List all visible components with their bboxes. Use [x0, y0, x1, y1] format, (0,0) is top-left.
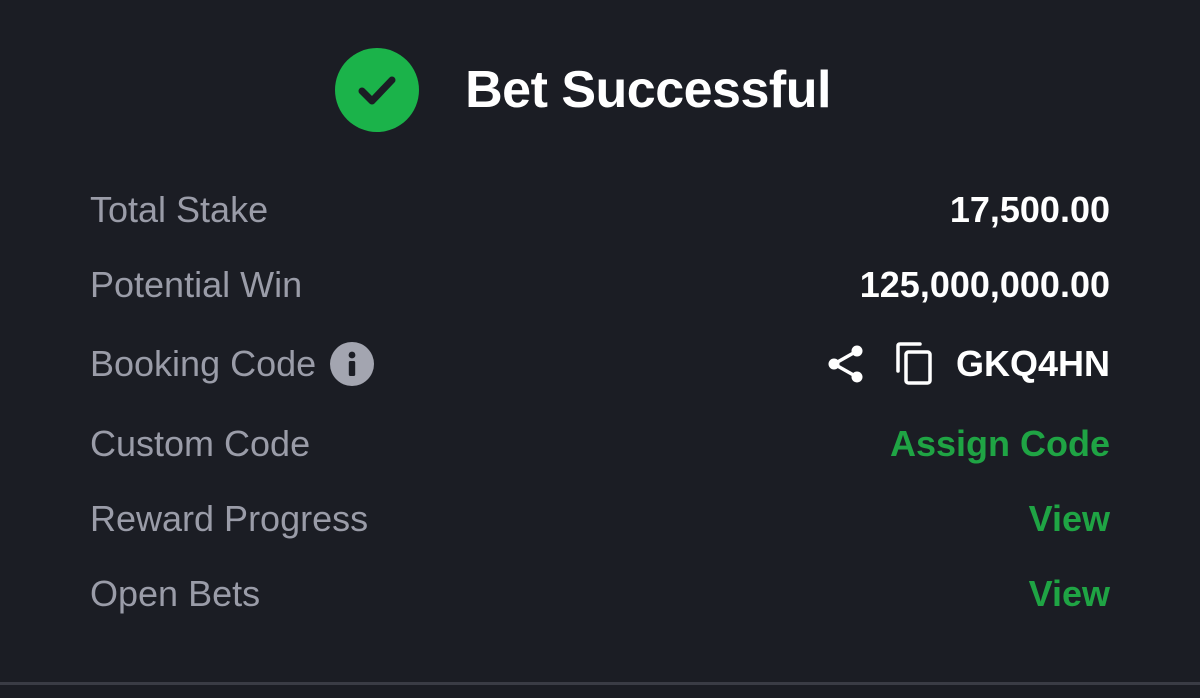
- reward-progress-row: Reward Progress View: [90, 491, 1110, 547]
- info-icon[interactable]: [330, 342, 375, 386]
- assign-code-link[interactable]: Assign Code: [890, 423, 1110, 465]
- open-bets-label: Open Bets: [90, 573, 261, 614]
- open-bets-view-link[interactable]: View: [1029, 573, 1110, 615]
- booking-code-label: Booking Code: [90, 343, 317, 384]
- open-bets-row: Open Bets View: [90, 566, 1110, 622]
- booking-code-value-group: GKQ4HN: [824, 341, 1110, 387]
- check-circle-icon: [335, 48, 420, 132]
- custom-code-label: Custom Code: [90, 423, 311, 464]
- bottom-divider: [0, 682, 1200, 685]
- copy-icon[interactable]: [894, 341, 936, 387]
- reward-progress-view-link[interactable]: View: [1029, 498, 1110, 540]
- total-stake-value: 17,500.00: [949, 189, 1110, 230]
- booking-code-label-group: Booking Code: [90, 342, 375, 386]
- potential-win-label: Potential Win: [90, 264, 303, 305]
- booking-code-row: Booking Code GKQ4HN: [90, 336, 1110, 392]
- booking-code-value[interactable]: GKQ4HN: [956, 343, 1110, 385]
- success-header: Bet Successful: [0, 48, 1200, 132]
- potential-win-value: 125,000,000.00: [859, 264, 1110, 305]
- page-title: Bet Successful: [465, 61, 831, 119]
- reward-progress-label: Reward Progress: [90, 498, 369, 539]
- share-icon[interactable]: [824, 342, 868, 386]
- potential-win-row: Potential Win 125,000,000.00: [90, 257, 1110, 313]
- total-stake-label: Total Stake: [90, 189, 269, 230]
- total-stake-row: Total Stake 17,500.00: [90, 182, 1110, 238]
- custom-code-row: Custom Code Assign Code: [90, 416, 1110, 472]
